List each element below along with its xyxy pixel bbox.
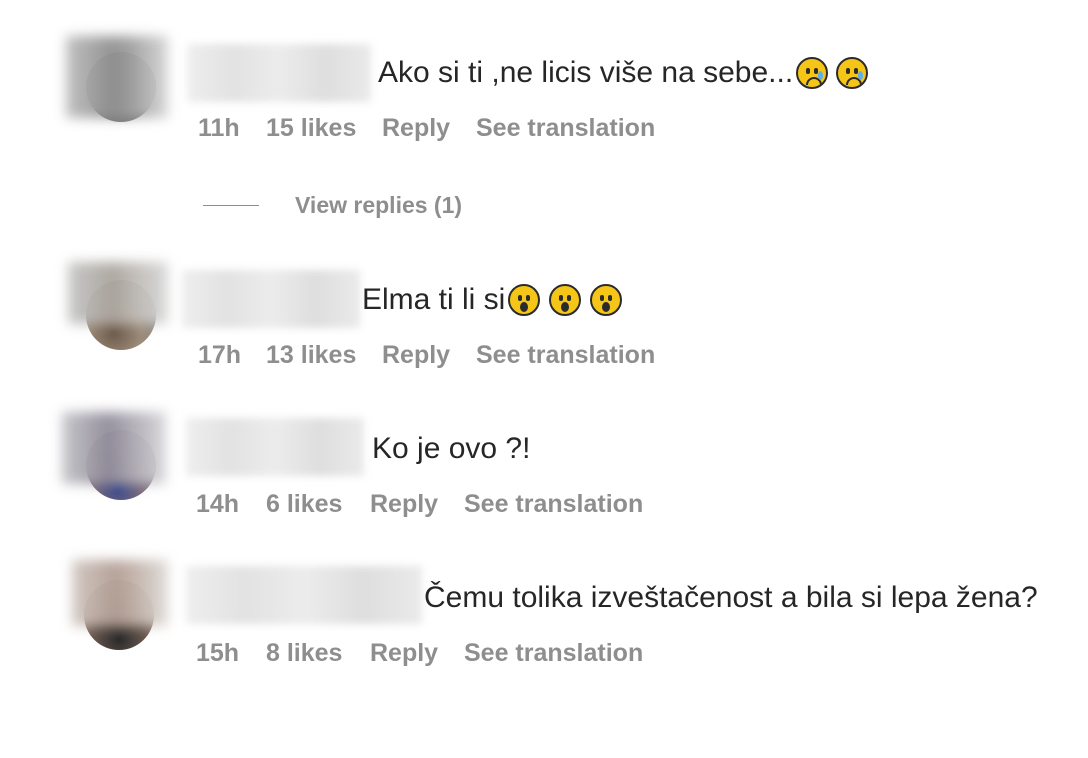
- username-redaction: [187, 44, 371, 102]
- reply-button[interactable]: Reply: [370, 639, 464, 668]
- see-translation-button[interactable]: See translation: [476, 341, 655, 370]
- likes-count[interactable]: 15 likes: [266, 114, 382, 143]
- comment-text-body: Čemu tolika izveštačenost a bila si lepa…: [424, 581, 1038, 614]
- comment-text: Ako si ti ,ne licis više na sebe...: [378, 52, 869, 94]
- reply-button[interactable]: Reply: [382, 341, 476, 370]
- replies-divider: [203, 205, 259, 206]
- avatar-redaction: [62, 412, 166, 484]
- hushed-face-emoji-icon: [549, 284, 582, 316]
- avatar-redaction: [72, 560, 168, 626]
- comment-meta: 11h 15 likes Reply See translation: [198, 114, 655, 143]
- comment-meta: 14h 6 likes Reply See translation: [196, 490, 643, 519]
- comment-time[interactable]: 17h: [198, 341, 266, 370]
- comment-text: Elma ti li si: [362, 279, 623, 321]
- comment-time[interactable]: 15h: [196, 639, 266, 668]
- comment-meta: 17h 13 likes Reply See translation: [198, 341, 655, 370]
- username-redaction: [186, 418, 364, 476]
- likes-count[interactable]: 6 likes: [266, 490, 370, 519]
- comment-time[interactable]: 11h: [198, 114, 266, 143]
- sad-tear-emoji-icon: [836, 57, 869, 89]
- avatar-redaction: [66, 36, 168, 118]
- view-replies-label: View replies (1): [295, 192, 463, 218]
- sad-tear-emoji-icon: [796, 57, 829, 89]
- avatar-redaction: [68, 262, 168, 324]
- username-redaction: [182, 270, 360, 328]
- hushed-face-emoji-icon: [590, 284, 623, 316]
- reply-button[interactable]: Reply: [382, 114, 476, 143]
- view-replies-button[interactable]: View replies (1): [203, 192, 462, 219]
- comment-text-body: Ako si ti ,ne licis više na sebe...: [378, 56, 794, 89]
- likes-count[interactable]: 8 likes: [266, 639, 370, 668]
- comment-text-body: Elma ti li si: [362, 283, 506, 316]
- comment-text: Čemu tolika izveštačenost a bila si lepa…: [424, 577, 1038, 619]
- likes-count[interactable]: 13 likes: [266, 341, 382, 370]
- comment-text: Ko je ovo ?!: [372, 428, 530, 470]
- comment-meta: 15h 8 likes Reply See translation: [196, 639, 643, 668]
- comment-text-body: Ko je ovo ?!: [372, 432, 531, 465]
- see-translation-button[interactable]: See translation: [476, 114, 655, 143]
- comment-time[interactable]: 14h: [196, 490, 266, 519]
- hushed-face-emoji-icon: [508, 284, 541, 316]
- username-redaction: [186, 566, 422, 624]
- see-translation-button[interactable]: See translation: [464, 639, 643, 668]
- reply-button[interactable]: Reply: [370, 490, 464, 519]
- see-translation-button[interactable]: See translation: [464, 490, 643, 519]
